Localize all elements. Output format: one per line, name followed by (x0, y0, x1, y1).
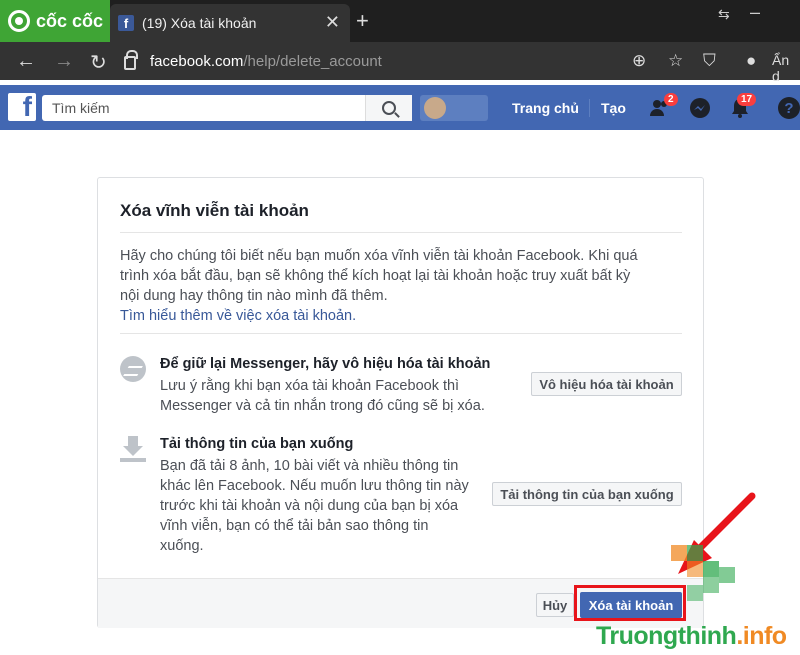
watermark-logo-icon (665, 545, 737, 607)
divider (120, 333, 682, 334)
messenger-icon (120, 356, 146, 382)
nav-home[interactable]: Trang chủ (512, 100, 579, 116)
nav-divider (589, 99, 590, 117)
facebook-header: f Trang chủ Tạo 2 17 ? (0, 85, 800, 130)
notifications-badge: 17 (737, 93, 757, 106)
incognito-icon[interactable]: ● (746, 51, 756, 71)
tab-title: (19) Xóa tài khoản (142, 15, 257, 31)
body-line: vĩnh viễn, bạn có thể tải bản sao thông … (160, 518, 429, 534)
download-info-button[interactable]: Tải thông tin của bạn xuống (492, 482, 682, 506)
download-section-title: Tải thông tin của bạn xuống (160, 436, 354, 452)
url-host: facebook.com (150, 52, 244, 70)
browser-tab[interactable]: f (19) Xóa tài khoản ✕ (110, 4, 350, 42)
close-tab-icon[interactable]: ✕ (325, 12, 340, 33)
incognito-label[interactable]: Ẩn d (772, 52, 800, 84)
shield-icon[interactable]: ⛉ (703, 51, 716, 71)
coccoc-logo-icon (8, 10, 30, 32)
browser-tab-strip: cốc cốc f (19) Xóa tài khoản ✕ + ⇆ – (0, 0, 800, 42)
search-input[interactable] (42, 95, 412, 121)
facebook-favicon-icon: f (118, 15, 134, 31)
zoom-icon[interactable]: ⊕ (632, 51, 646, 71)
browser-brand[interactable]: cốc cốc (0, 0, 110, 42)
body-line: trước khi tài khoản và nội dung của bạn … (160, 498, 459, 514)
reload-icon[interactable]: ↻ (90, 50, 107, 75)
watermark-part: .info (736, 622, 787, 650)
intro-line: Hãy cho chúng tôi biết nếu bạn muốn xóa … (120, 248, 638, 264)
body-line: Lưu ý rằng khi bạn xóa tài khoản Faceboo… (160, 378, 460, 394)
new-tab-icon[interactable]: + (356, 8, 369, 34)
cancel-button[interactable]: Hủy (536, 593, 574, 617)
facebook-logo-icon[interactable]: f (8, 93, 36, 121)
body-line: xuống. (160, 538, 204, 554)
brand-name: cốc cốc (36, 10, 104, 31)
avatar (424, 97, 446, 119)
profile-link[interactable] (420, 95, 488, 121)
lock-icon (124, 50, 138, 70)
tab-list-icon[interactable]: ⇆ (718, 6, 730, 23)
search-icon (382, 101, 396, 115)
address-bar: ← → ↻ facebook.com /help/delete_account … (0, 42, 800, 84)
forward-icon[interactable]: → (54, 50, 74, 73)
minimize-icon[interactable]: – (750, 2, 760, 23)
download-icon (120, 436, 146, 462)
search-button[interactable] (365, 95, 412, 121)
body-line: Messenger và cả tin nhắn trong đó cũng s… (160, 398, 485, 414)
learn-more-link[interactable]: Tìm hiểu thêm về việc xóa tài khoản. (120, 306, 680, 326)
divider (120, 232, 682, 233)
download-section-body: Bạn đã tải 8 ảnh, 10 bài viết và nhiều t… (160, 456, 469, 556)
delete-account-dialog: Xóa vĩnh viễn tài khoản Hãy cho chúng tô… (97, 177, 704, 628)
help-icon[interactable]: ? (778, 97, 800, 119)
messenger-section-body: Lưu ý rằng khi bạn xóa tài khoản Faceboo… (160, 376, 485, 416)
bookmark-star-icon[interactable]: ☆ (668, 51, 683, 71)
messenger-section-title: Để giữ lại Messenger, hãy vô hiệu hóa tà… (160, 356, 491, 372)
friend-requests-badge: 2 (664, 93, 678, 106)
nav-create[interactable]: Tạo (601, 100, 626, 116)
watermark-text: Truongthinh.info (596, 622, 787, 651)
deactivate-account-button[interactable]: Vô hiệu hóa tài khoản (531, 372, 682, 396)
watermark-part: Truong (596, 622, 678, 650)
intro-text: Hãy cho chúng tôi biết nếu bạn muốn xóa … (120, 246, 680, 326)
back-icon[interactable]: ← (16, 50, 36, 73)
url-path: /help/delete_account (243, 52, 382, 70)
intro-line: nội dung hay thông tin nào mình đã thêm. (120, 288, 388, 304)
intro-line: trình xóa bắt đầu, bạn sẽ không thể kích… (120, 268, 631, 284)
messenger-icon[interactable] (689, 97, 711, 119)
dialog-title: Xóa vĩnh viễn tài khoản (120, 201, 309, 220)
watermark-part: thinh (677, 622, 737, 650)
body-line: Bạn đã tải 8 ảnh, 10 bài viết và nhiều t… (160, 458, 459, 474)
body-line: khác lên Facebook. Nếu muốn lưu thông ti… (160, 478, 469, 494)
